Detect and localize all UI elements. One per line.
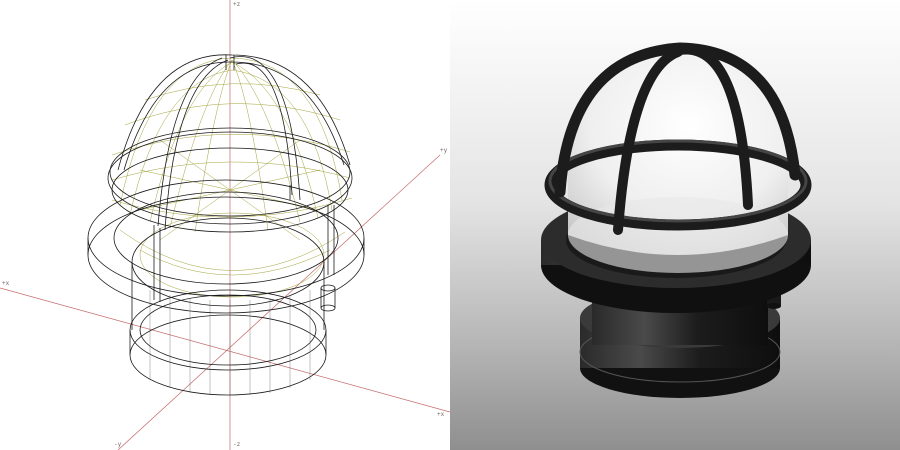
rendered-lamp xyxy=(541,42,812,398)
wireframe-view: +z -z +x +x +y -y xyxy=(0,0,450,450)
axes xyxy=(0,0,450,450)
dome-wire-lines xyxy=(111,57,353,298)
axis-labels: +z -z +x +x +y -y xyxy=(2,1,448,448)
axis-label-y-right: +y xyxy=(440,147,448,154)
axis-label-x-right: +x xyxy=(437,411,445,418)
base-bottom-ring xyxy=(129,314,327,396)
comparison-figure: +z -z +x +x +y -y xyxy=(0,0,900,450)
render-view xyxy=(450,0,900,450)
lamp-structure xyxy=(87,54,365,396)
axis-label-z-bottom: -z xyxy=(233,441,241,448)
cylinder-hatching xyxy=(149,290,311,396)
axis-label-z-top: +z xyxy=(233,1,241,8)
x-axis xyxy=(0,287,450,413)
wireframe-drawing: +z -z +x +x +y -y xyxy=(0,0,450,450)
axis-label-x-left: +x xyxy=(2,280,10,287)
axis-label-y-bottom: -y xyxy=(114,441,122,448)
base-top-ring xyxy=(129,289,327,371)
